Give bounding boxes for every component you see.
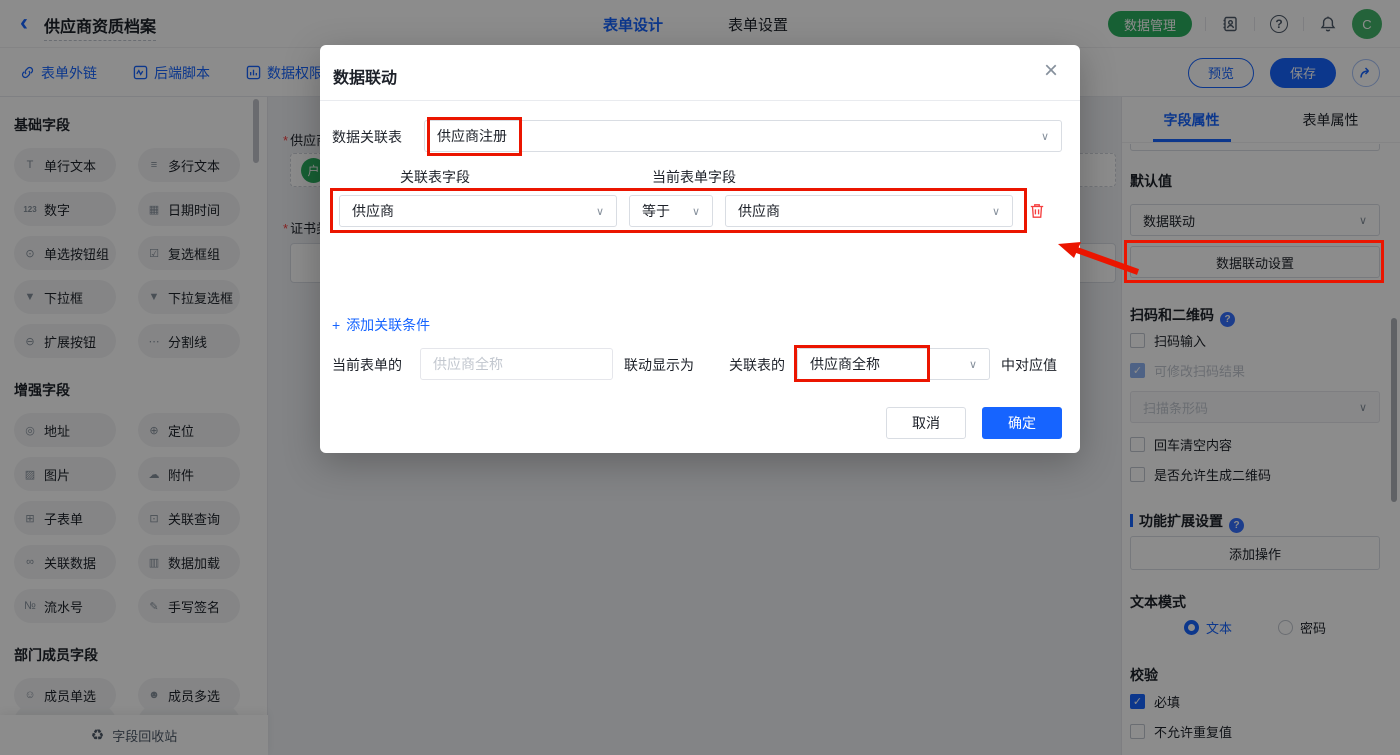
close-icon[interactable]: ×: [1044, 57, 1058, 85]
display-field-select[interactable]: 供应商全称 ∨: [797, 348, 990, 380]
chevron-down-icon: ∨: [595, 205, 604, 218]
chevron-down-icon: ∨: [991, 205, 1000, 218]
chevron-down-icon: ∨: [691, 205, 700, 218]
relation-of-label: 关联表的: [729, 357, 785, 373]
confirm-button[interactable]: 确定: [982, 407, 1062, 439]
relation-table-select[interactable]: 供应商注册 ∨: [424, 120, 1062, 152]
display-field-select-value: 供应商全称: [810, 356, 880, 372]
chevron-down-icon: ∨: [1040, 130, 1049, 143]
condition-operator-select[interactable]: 等于 ∨: [629, 195, 713, 227]
condition-operator-value: 等于: [642, 203, 670, 219]
chevron-down-icon: ∨: [968, 358, 977, 371]
current-field-input: 供应商全称: [420, 348, 613, 380]
current-form-label: 当前表单的: [332, 357, 402, 373]
add-condition-label: 添加关联条件: [346, 317, 431, 333]
app-root: ‹ 供应商资质档案 表单设计 表单设置 数据管理 ? C 表单外链 后端脚本 数据权…: [0, 0, 1400, 755]
condition-left-field-select[interactable]: 供应商 ∨: [339, 195, 617, 227]
cancel-button[interactable]: 取消: [886, 407, 966, 439]
suffix-label: 中对应值: [1001, 357, 1057, 373]
condition-left-field-value: 供应商: [352, 203, 394, 219]
condition-right-field-select[interactable]: 供应商 ∨: [725, 195, 1013, 227]
modal-title: 数据联动: [333, 70, 398, 87]
add-condition-link[interactable]: + 添加关联条件: [332, 315, 430, 335]
data-linkage-modal: 数据联动 × 数据关联表 供应商注册 ∨ 关联表字段 当前表单字段 供应商 ∨ …: [320, 45, 1080, 453]
divider: [320, 100, 1080, 101]
link-display-label: 联动显示为: [624, 357, 694, 373]
column-header-current-field: 当前表单字段: [652, 169, 736, 185]
column-header-relation-field: 关联表字段: [400, 169, 470, 185]
delete-condition-icon[interactable]: [1028, 202, 1046, 220]
relation-table-label: 数据关联表: [332, 129, 402, 145]
condition-right-field-value: 供应商: [738, 203, 780, 219]
plus-icon: +: [332, 317, 341, 333]
relation-table-select-value: 供应商注册: [437, 128, 507, 144]
